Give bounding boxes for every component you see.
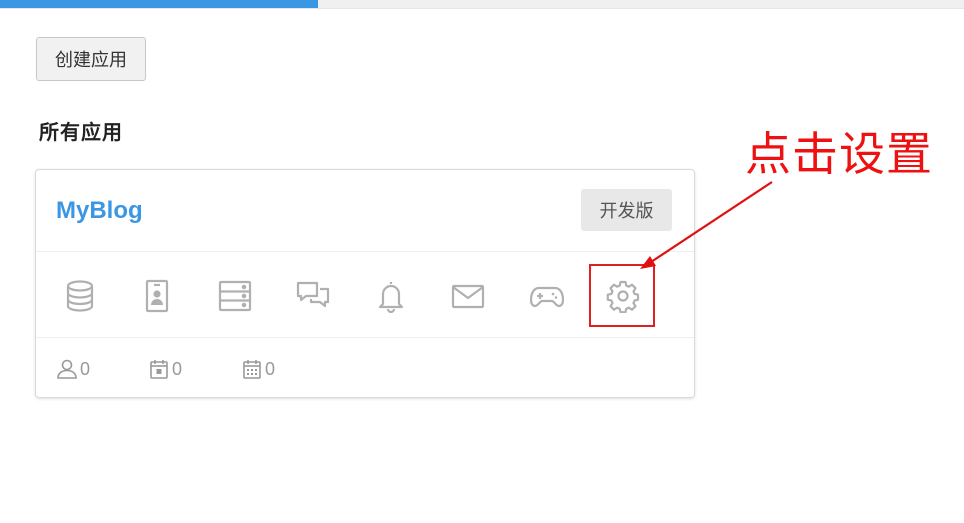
annotation-arrow bbox=[640, 181, 773, 269]
